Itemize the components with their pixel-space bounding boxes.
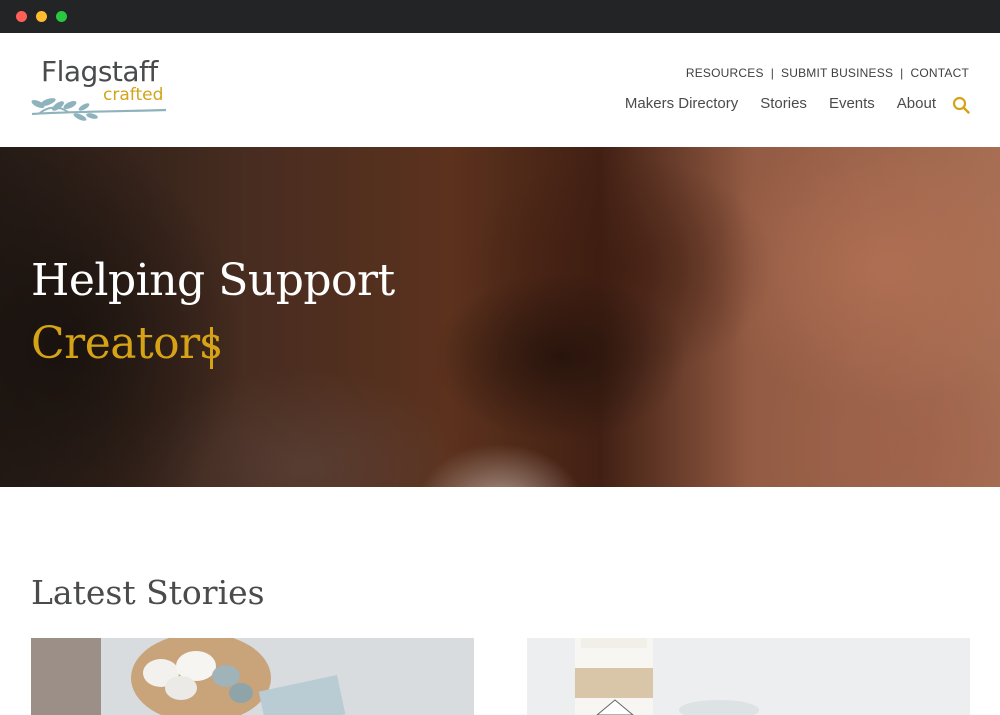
nav-resources[interactable]: RESOURCES (686, 66, 764, 80)
minimize-window-button[interactable] (36, 11, 47, 22)
story-card-image[interactable] (31, 638, 474, 715)
cupcake-photo (31, 638, 474, 715)
nav-separator: | (900, 66, 904, 80)
window-chrome (0, 0, 1000, 33)
nav-about[interactable]: About (897, 95, 936, 112)
nav-events[interactable]: Events (829, 95, 875, 112)
nav-separator: | (770, 66, 775, 80)
story-card-image[interactable] (527, 638, 970, 715)
hero-banner: Helping Support Creators (0, 147, 1000, 487)
logo-branch-icon (31, 98, 167, 121)
site-header: Flagstaff crafted RESOURCES | SUBMIT BUS… (0, 33, 1000, 147)
search-icon[interactable] (952, 96, 970, 114)
latest-stories-heading: Latest Stories (31, 573, 265, 612)
maximize-window-button[interactable] (56, 11, 67, 22)
nav-stories[interactable]: Stories (760, 95, 807, 112)
site-logo[interactable]: Flagstaff crafted (30, 55, 170, 127)
bottle-photo (527, 638, 970, 715)
nav-makers-directory[interactable]: Makers Directory (625, 95, 738, 112)
main-nav: Makers Directory Stories Events About (625, 95, 936, 112)
utility-nav: RESOURCES | SUBMIT BUSINESS | CONTACT (686, 66, 969, 80)
hero-title: Helping Support (31, 255, 395, 306)
nav-contact[interactable]: CONTACT (910, 66, 969, 80)
hero-subtitle: Creators (31, 318, 222, 369)
typing-cursor (210, 327, 213, 369)
nav-submit-business[interactable]: SUBMIT BUSINESS (781, 66, 893, 80)
close-window-button[interactable] (16, 11, 27, 22)
